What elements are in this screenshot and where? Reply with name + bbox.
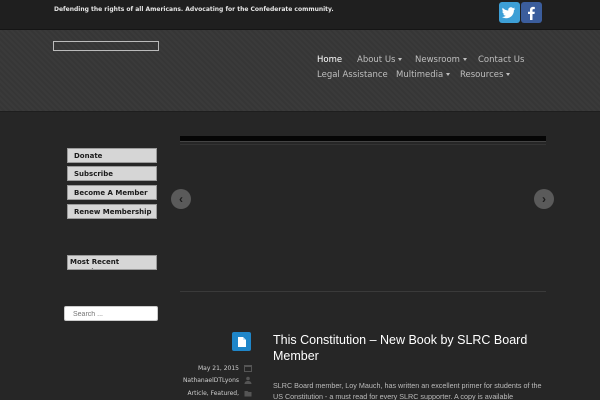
folder-icon xyxy=(244,391,252,397)
post-categories[interactable]: Article, Featured, xyxy=(188,390,239,397)
nav-home[interactable]: Home xyxy=(317,55,342,65)
slider-divider xyxy=(180,144,546,145)
caret-down-icon xyxy=(446,73,451,76)
post-author[interactable]: NathanaelDTLyons xyxy=(183,377,239,384)
post-date: May 21, 2015 xyxy=(197,365,239,372)
nav-about-us-label: About Us xyxy=(357,55,396,65)
slider-prev-button[interactable]: ‹ xyxy=(171,189,191,209)
newsletter-button[interactable]: Most Recent Newsletter xyxy=(67,255,157,270)
nav-resources-label: Resources xyxy=(460,70,504,80)
caret-down-icon xyxy=(506,73,511,76)
caret-down-icon xyxy=(398,58,403,61)
post-excerpt: SLRC Board member, Loy Mauch, has writte… xyxy=(273,381,542,400)
site-tagline: Defending the rights of all Americans. A… xyxy=(54,6,334,13)
twitter-icon xyxy=(502,7,515,19)
subscribe-button[interactable]: Subscribe xyxy=(67,166,157,181)
renew-membership-button[interactable]: Renew Membership xyxy=(67,204,157,219)
nav-newsroom-label: Newsroom xyxy=(415,55,460,65)
site-logo[interactable] xyxy=(53,41,159,51)
site-header: Home About Us Newsroom Contact Us Legal … xyxy=(0,30,600,112)
search-input[interactable] xyxy=(64,306,158,321)
donate-button[interactable]: Donate xyxy=(67,148,157,163)
nav-newsroom[interactable]: Newsroom xyxy=(415,55,467,65)
facebook-icon xyxy=(528,6,535,21)
content-divider xyxy=(180,291,546,292)
nav-about-us[interactable]: About Us xyxy=(357,55,403,65)
caret-down-icon xyxy=(462,58,467,61)
become-member-button[interactable]: Become A Member xyxy=(67,185,157,200)
document-icon xyxy=(232,332,251,351)
nav-multimedia-label: Multimedia xyxy=(396,70,444,80)
nav-contact-us[interactable]: Contact Us xyxy=(478,55,524,65)
twitter-link[interactable] xyxy=(499,2,520,23)
slider-top-bar xyxy=(180,136,546,142)
user-icon xyxy=(244,376,252,384)
nav-resources[interactable]: Resources xyxy=(460,70,511,80)
top-bar: Defending the rights of all Americans. A… xyxy=(0,0,600,30)
slider-next-button[interactable]: › xyxy=(534,189,554,209)
nav-legal-assistance[interactable]: Legal Assistance xyxy=(317,70,388,80)
calendar-icon xyxy=(244,365,252,372)
nav-multimedia[interactable]: Multimedia xyxy=(396,70,451,80)
post-title[interactable]: This Constitution – New Book by SLRC Boa… xyxy=(273,332,553,364)
facebook-link[interactable] xyxy=(521,2,542,23)
